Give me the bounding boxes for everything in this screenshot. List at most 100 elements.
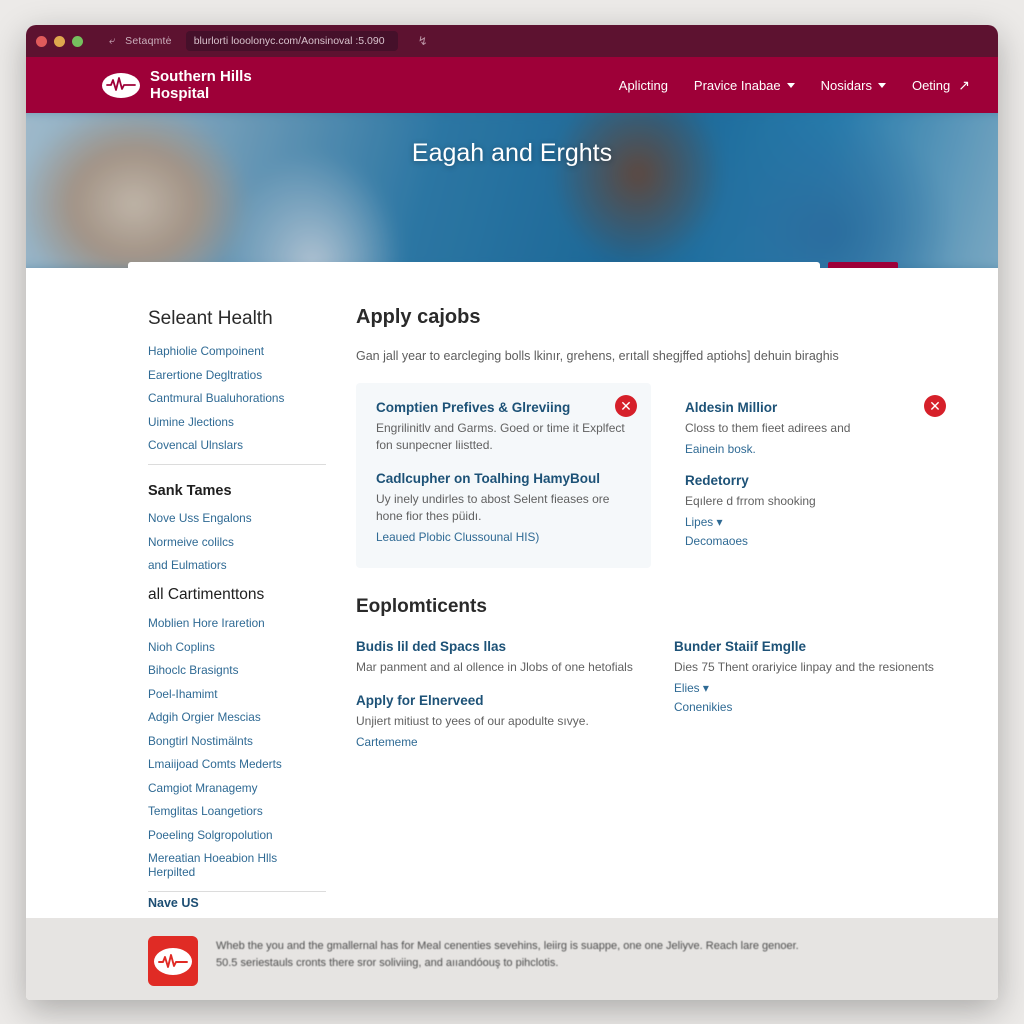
sidebar-link-6[interactable]: Normeive colilcs bbox=[148, 535, 326, 549]
section-block-title[interactable]: Apply for Elnerveed bbox=[356, 692, 642, 709]
hero-overlay bbox=[26, 113, 998, 268]
sidebar-link-12[interactable]: Adgih Orgier Mescias bbox=[148, 710, 326, 724]
page-intro: Gan jall year to earcleging bolls lkinır… bbox=[356, 349, 839, 363]
card-block-link-secondary[interactable]: Decomaoes bbox=[685, 534, 942, 548]
footer-line-2: 50.5 seriestauls cronts there sror soliv… bbox=[216, 957, 559, 969]
section-heading: Eoplomticents bbox=[356, 596, 487, 617]
section-column-right: Bunder Staiif Emglle Dies 75 Thent orari… bbox=[674, 638, 960, 749]
minimize-window-button[interactable] bbox=[54, 35, 65, 47]
sidebar-heading-3: all Cartimenttons bbox=[148, 586, 265, 603]
brand-logo[interactable]: Southern Hills Hospital bbox=[102, 68, 252, 102]
sidebar-link-5[interactable]: Nove Uss Engalons bbox=[148, 511, 326, 525]
sidebar-divider-1 bbox=[148, 464, 326, 465]
nav-item-1[interactable]: Pravice Inabae bbox=[694, 78, 795, 93]
section-column-left: Budis lil ded Spacs llas Mar panment and… bbox=[356, 638, 642, 749]
window-controls[interactable] bbox=[36, 35, 83, 47]
card-block-desc: Uy inely undirles to abost Selent fiease… bbox=[376, 492, 610, 523]
section-block-title[interactable]: Bunder Staiif Emglle bbox=[674, 638, 960, 655]
sidebar-link-3[interactable]: Uimine Jlections bbox=[148, 415, 326, 429]
sidebar-link-10[interactable]: Bihoclc Brasignts bbox=[148, 663, 326, 677]
card-block-title[interactable]: Comptien Prefives & Glreviing bbox=[376, 399, 633, 416]
screenshot-root: ⤷ Setaqmtė blurlorti looolonyc.com/Aonsi… bbox=[0, 0, 1024, 1024]
sidebar-heading-2: Sank Tames bbox=[148, 483, 232, 499]
sidebar-link-18[interactable]: Mereatian Hoeabion Hlls Herpilted bbox=[148, 851, 326, 879]
sidebar-link-14[interactable]: Lmaiijoad Comts Mederts bbox=[148, 757, 326, 771]
footer-line-1: Wheb the you and the gmallernal has for … bbox=[216, 940, 799, 952]
section-block: Apply for Elnerveed Unjiert mitiust to y… bbox=[356, 692, 642, 749]
card-block-title[interactable]: Aldesin Millior bbox=[685, 399, 942, 416]
search-field-wrapper[interactable] bbox=[128, 262, 820, 268]
sidebar-link-16[interactable]: Temglitas Loangetiors bbox=[148, 804, 326, 818]
section-block-title[interactable]: Budis lil ded Spacs llas bbox=[356, 638, 642, 655]
card-grid: ✕ Comptien Prefives & Glreviing Engrilin… bbox=[356, 383, 960, 568]
sidebar-heading: Seleant Health bbox=[148, 308, 273, 329]
address-bar[interactable]: blurlorti looolonyc.com/Aonsinoval :5.09… bbox=[185, 31, 398, 51]
browser-tab-label[interactable]: Setaqmtė bbox=[125, 35, 172, 47]
info-card-left: ✕ Comptien Prefives & Glreviing Engrilin… bbox=[356, 383, 651, 568]
extensions-icon[interactable]: ↯ bbox=[418, 34, 428, 48]
sidebar-link-0[interactable]: Haphiolie Compoinent bbox=[148, 344, 326, 358]
card-block: Cadlcupher on Toalhing HamyBoul Uy inely… bbox=[376, 470, 633, 544]
brand-name: Southern Hills Hospital bbox=[150, 68, 252, 102]
card-block-desc: Engrilinitlv and Garms. Goed or time it … bbox=[376, 421, 625, 452]
sidebar-link-8[interactable]: Moblien Hore Iraretion bbox=[148, 616, 326, 630]
site-header: Southern Hills Hospital Aplicting Pravic… bbox=[26, 57, 998, 113]
sidebar-link-17[interactable]: Poeeling Solgropolution bbox=[148, 828, 326, 842]
nav-item-2[interactable]: Nosidars bbox=[821, 78, 886, 93]
card-block-link[interactable]: Leaued Plobic Clussounal HIS) bbox=[376, 530, 633, 544]
footer-text: Wheb the you and the gmallernal has for … bbox=[216, 936, 799, 1000]
nav-item-3[interactable]: Oeting ↗ bbox=[912, 77, 970, 94]
section-block-link[interactable]: Cartememe bbox=[356, 735, 642, 749]
sidebar-link-2[interactable]: Cantmural Bualuhorations bbox=[148, 391, 326, 405]
page-body: Seleant Health Haphiolie Compoinent Eare… bbox=[26, 268, 998, 918]
card-block-link-dropdown[interactable]: Lipes ▾ bbox=[685, 515, 942, 529]
brand-line-1: Southern Hills bbox=[150, 68, 252, 85]
sidebar-link-15[interactable]: Camgiot Mranagemy bbox=[148, 781, 326, 795]
card-block-title[interactable]: Cadlcupher on Toalhing HamyBoul bbox=[376, 470, 633, 487]
card-block: Redetorry Eqılere d frrom shooking Lipes… bbox=[685, 472, 942, 548]
search-submit-button[interactable]: Sheach bbox=[828, 262, 898, 268]
sidebar-link-4[interactable]: Covencal Ulnslars bbox=[148, 438, 326, 452]
footer-logo-inner bbox=[154, 947, 192, 975]
card-block: Comptien Prefives & Glreviing Engrilinit… bbox=[376, 399, 633, 454]
sidebar-divider-2 bbox=[148, 891, 326, 892]
main-navigation: Aplicting Pravice Inabae Nosidars Oeting… bbox=[619, 77, 970, 94]
sidebar-link-13[interactable]: Bongtirl Nostimälnts bbox=[148, 734, 326, 748]
close-window-button[interactable] bbox=[36, 35, 47, 47]
info-card-right: ✕ Aldesin Millior Closs to them fieet ad… bbox=[665, 383, 960, 568]
card-block-desc: Eqılere d frrom shooking bbox=[685, 494, 816, 508]
sidebar-link-7[interactable]: and Eulmatiors bbox=[148, 558, 326, 572]
card-block-title[interactable]: Redetorry bbox=[685, 472, 942, 489]
card-block: Aldesin Millior Closs to them fieet adir… bbox=[685, 399, 942, 456]
section-block-desc: Mar panment and al ollence in Jlobs of o… bbox=[356, 660, 633, 674]
section-block-desc: Dies 75 Thent orariyice linpay and the r… bbox=[674, 660, 934, 674]
browser-titlebar: ⤷ Setaqmtė blurlorti looolonyc.com/Aonsi… bbox=[26, 25, 998, 57]
hero-banner: Eagah and Erghts Sheach Rerrch Ospaeu pr… bbox=[26, 113, 998, 268]
card-block-link[interactable]: Eainein bosk. bbox=[685, 442, 942, 456]
chevron-down-icon bbox=[877, 82, 886, 88]
sidebar-link-11[interactable]: Poel-Ihamimt bbox=[148, 687, 326, 701]
hero-title: Eagah and Erghts bbox=[411, 139, 613, 167]
heartbeat-oval-logo-icon bbox=[102, 72, 140, 98]
sidebar-link-1[interactable]: Earertione Degltratios bbox=[148, 368, 326, 382]
sidebar: Seleant Health Haphiolie Compoinent Eare… bbox=[148, 304, 326, 918]
sidebar-link-9[interactable]: Nioh Coplins bbox=[148, 640, 326, 654]
section-block: Bunder Staiif Emglle Dies 75 Thent orari… bbox=[674, 638, 960, 714]
section-two-column: Budis lil ded Spacs llas Mar panment and… bbox=[356, 638, 960, 749]
browser-window: ⤷ Setaqmtė blurlorti looolonyc.com/Aonsi… bbox=[26, 25, 998, 1000]
back-arrow-icon[interactable]: ⤷ bbox=[109, 35, 115, 48]
page-title: Apply cajobs bbox=[356, 306, 481, 328]
main-content: Apply cajobs Gan jall year to earcleging… bbox=[356, 304, 960, 918]
section-block-link-secondary[interactable]: Conenikies bbox=[674, 700, 960, 714]
nav-item-0[interactable]: Aplicting bbox=[619, 78, 668, 93]
heartbeat-square-logo-icon bbox=[148, 936, 198, 986]
section-block-link-dropdown[interactable]: Elies ▾ bbox=[674, 681, 960, 695]
hero-search-row: Sheach bbox=[128, 262, 898, 268]
section-block-desc: Unjiert mitiust to yees of our apodulte … bbox=[356, 714, 589, 728]
sidebar-contact-link[interactable]: Nave US bbox=[148, 896, 326, 910]
site-footer: Wheb the you and the gmallernal has for … bbox=[26, 918, 998, 1000]
nav-item-3-label: Oeting bbox=[911, 77, 951, 93]
maximize-window-button[interactable] bbox=[72, 35, 83, 47]
nav-item-2-label: Nosidars bbox=[820, 77, 872, 93]
chevron-down-icon bbox=[786, 82, 795, 88]
